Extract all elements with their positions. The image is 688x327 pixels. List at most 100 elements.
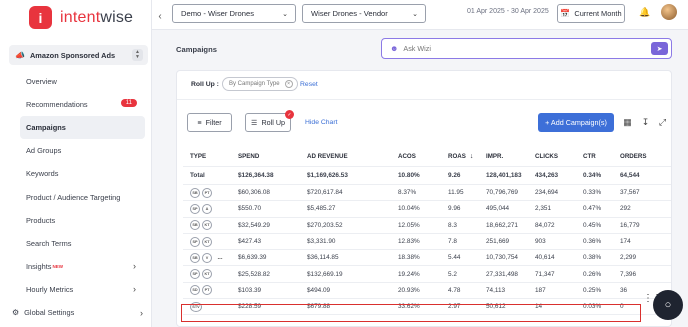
ctr-cell: 0.33%: [583, 189, 602, 197]
table-row[interactable]: SP A $550.70 $5,485.27 10.04% 9.96 495,044 2,35…: [183, 201, 671, 218]
spend-cell: $550.70: [238, 205, 262, 213]
campaign-type-badge: SB: [190, 187, 200, 198]
grid-view-icon[interactable]: ▦: [622, 117, 633, 128]
sidebar-item-search-terms[interactable]: Search Terms: [20, 232, 145, 255]
sidebar-item-overview[interactable]: Overview: [20, 70, 145, 93]
column-header-spend[interactable]: SPEND: [238, 147, 259, 166]
column-header-clicks[interactable]: CLICKS: [535, 147, 558, 166]
download-icon[interactable]: ↧: [640, 117, 651, 128]
clicks-cell: 71,347: [535, 270, 555, 278]
column-header-orders[interactable]: ORDERS: [620, 147, 646, 166]
column-header-roas[interactable]: ROAS ↓: [448, 147, 473, 166]
ad-revenue-cell: $679.88: [307, 303, 331, 311]
chat-bubble-icon[interactable]: ○: [653, 290, 683, 320]
ctr-cell: 0.25%: [583, 286, 602, 294]
table-row[interactable]: SB V... $6,639.39 $36,114.85 18.38% 5.44 10,73…: [183, 250, 671, 267]
column-header-ad-revenue[interactable]: AD REVENUE: [307, 147, 348, 166]
robot-icon: ☻: [390, 44, 399, 53]
date-range[interactable]: 01 Apr 2025 - 30 Apr 2025: [467, 8, 549, 15]
send-icon[interactable]: ➤: [651, 42, 668, 55]
rollup-button[interactable]: ☰ Roll Up ✓: [245, 110, 294, 132]
ad-revenue-cell: $5,485.27: [307, 205, 336, 213]
sort-down-icon[interactable]: ↓: [470, 153, 474, 160]
page-title: Campaigns: [176, 45, 217, 54]
rollup-label: Roll Up :: [191, 81, 219, 88]
ad-revenue-cell: $3,331.90: [307, 238, 336, 246]
acos-cell: 12.83%: [398, 238, 420, 246]
total-orders: 64,544: [620, 172, 640, 179]
wizi-input[interactable]: [403, 44, 644, 53]
period-label: Current Month: [574, 9, 622, 18]
table-row[interactable]: SP KT $427.43 $3,331.90 12.83% 7.8 251,669 903 0…: [183, 234, 671, 251]
hide-chart-link[interactable]: Hide Chart: [305, 119, 338, 126]
chevron-right-icon: ›: [133, 284, 136, 295]
campaign-type-badge: SD: [190, 285, 200, 296]
sidebar-item-product-audience-targeting[interactable]: Product / Audience Targeting: [20, 185, 145, 208]
total-acos: 10.80%: [398, 172, 420, 179]
updown-chevron-icon[interactable]: ▲ ▼: [132, 49, 143, 61]
roas-cell: 4.78: [448, 286, 461, 294]
ctr-cell: 0.45%: [583, 221, 602, 229]
close-icon[interactable]: ×: [284, 80, 293, 88]
sidebar-item-campaigns[interactable]: Campaigns: [20, 116, 145, 140]
sidebar-item-recommendations[interactable]: Recommendations 11: [20, 93, 145, 116]
campaign-type-badge: SP: [190, 203, 200, 214]
total-impressions: 128,401,183: [486, 172, 522, 179]
campaign-type-badge: ...: [217, 254, 223, 261]
column-header-type[interactable]: TYPE: [190, 147, 206, 166]
global-settings-label: Global Settings: [24, 308, 75, 317]
reset-link[interactable]: Reset: [300, 81, 318, 88]
add-campaign-button[interactable]: + Add Campaign(s): [538, 113, 614, 132]
gear-icon: ⚙: [12, 308, 20, 317]
type-cell: SB KT: [190, 218, 214, 233]
table-row[interactable]: SD PT $103.39 $494.09 20.93% 4.78 74,113 187 0.2…: [183, 283, 671, 300]
campaign-type-badge: V: [202, 252, 212, 263]
brand-name-part2: wise: [100, 8, 134, 26]
sidebar-item-insights[interactable]: Insights NEW ›: [20, 255, 145, 278]
rollup-chip[interactable]: By Campaign Type ×: [222, 77, 298, 91]
spend-cell: $25,528.82: [238, 270, 270, 278]
avatar[interactable]: [661, 4, 677, 20]
total-ad-revenue: $1,169,626.53: [307, 172, 348, 179]
ads-section-selector[interactable]: 📣 Amazon Sponsored Ads ▲ ▼: [9, 45, 148, 65]
column-header-ctr[interactable]: CTR: [583, 147, 596, 166]
rollup-chip-label: By Campaign Type: [229, 81, 280, 87]
chevron-down-icon: ⌄: [412, 10, 418, 18]
sidebar-item-keywords[interactable]: Keywords: [20, 162, 145, 185]
period-button[interactable]: 📅 Current Month: [557, 4, 625, 23]
account-select[interactable]: Demo - Wiser Drones ⌄: [172, 4, 296, 23]
total-roas: 9.26: [448, 172, 461, 179]
spend-cell: $32,549.29: [238, 221, 270, 229]
sidebar-item-label: Hourly Metrics: [26, 284, 74, 294]
column-header-impressions[interactable]: IMPR.: [486, 147, 503, 166]
sidebar-item-label: Campaigns: [26, 123, 66, 133]
profile-select[interactable]: Wiser Drones - Vendor ⌄: [302, 4, 426, 23]
brand-logo[interactable]: i intentwise: [29, 6, 133, 29]
ad-revenue-cell: $36,114.85: [307, 254, 339, 262]
sidebar-item-ad-groups[interactable]: Ad Groups: [20, 139, 145, 162]
campaign-type-badge: STV: [190, 301, 202, 312]
ad-revenue-cell: $494.09: [307, 286, 331, 294]
filter-button[interactable]: ≡ Filter: [187, 113, 232, 132]
column-header-acos[interactable]: ACOS: [398, 147, 416, 166]
type-cell: SP KT: [190, 234, 214, 249]
table-row[interactable]: SP KT $25,528.82 $132,669.19 19.24% 5.2 27,331…: [183, 266, 671, 283]
clicks-cell: 14: [535, 303, 543, 311]
roas-cell: 5.2: [448, 270, 457, 278]
global-settings[interactable]: ⚙ Global Settings: [12, 308, 74, 317]
roas-cell: 8.3: [448, 221, 457, 229]
type-cell: SB PT: [190, 185, 214, 200]
chevron-right-icon[interactable]: ›: [140, 308, 143, 318]
collapse-sidebar-icon[interactable]: ‹: [153, 9, 167, 23]
acos-cell: 19.24%: [398, 270, 420, 278]
expand-icon[interactable]: ⤢: [657, 117, 668, 128]
sidebar-item-hourly-metrics[interactable]: Hourly Metrics ›: [20, 278, 145, 301]
filter-label: Filter: [205, 118, 222, 127]
bell-icon[interactable]: 🔔: [639, 7, 650, 18]
clicks-cell: 84,072: [535, 221, 555, 229]
table-row[interactable]: STV $228.59 $679.88 33.62% 2.97 50,612 14 0.03%…: [183, 299, 671, 316]
sidebar-item-products[interactable]: Products: [20, 209, 145, 232]
table-row[interactable]: SB PT $60,306.08 $720,617.84 8.37% 11.95 70,79…: [183, 185, 671, 202]
impressions-cell: 50,612: [486, 303, 506, 311]
table-row[interactable]: SB KT $32,549.29 $270,203.52 12.05% 8.3 18,662…: [183, 218, 671, 234]
